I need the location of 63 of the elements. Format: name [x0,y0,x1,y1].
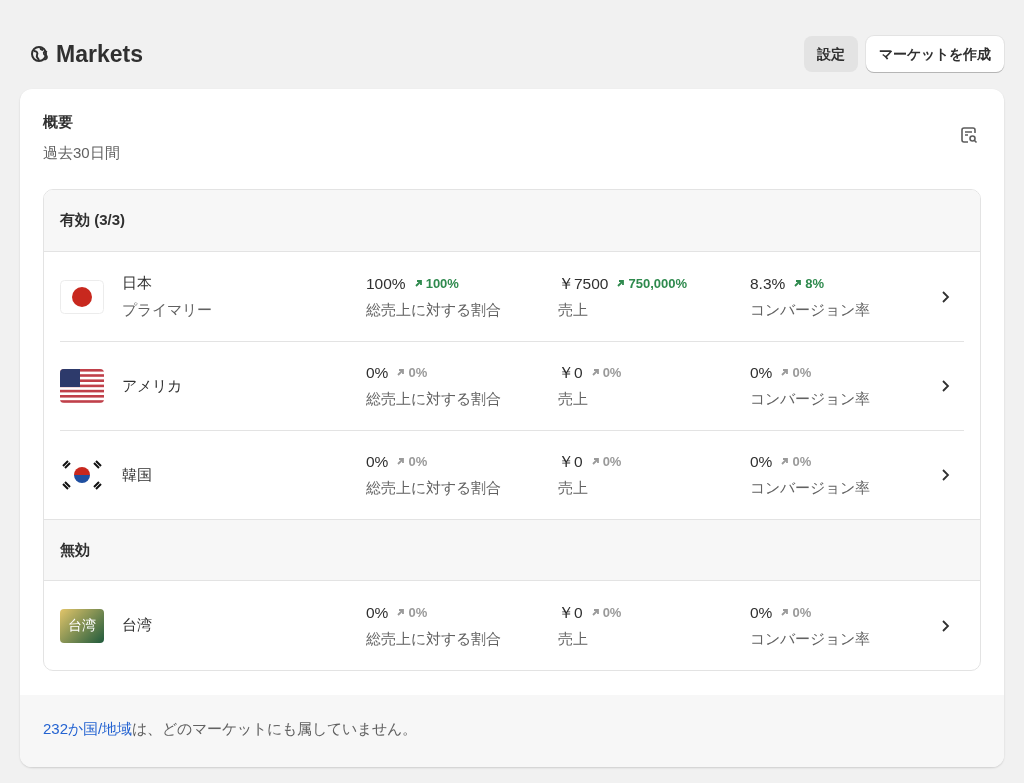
section-title: 概要 [43,112,74,132]
flag-badge: 台湾 [60,608,104,643]
metric-value: 0% [750,602,773,623]
chevron-icon [940,379,950,393]
change-indicator: 0% [396,363,428,383]
metric-value: ￥7500 [558,273,609,294]
group-title: 無効 [60,539,90,560]
change-indicator: 0% [396,602,428,622]
metric-label: コンバージョン率 [750,299,871,320]
metric-label: 売上 [558,478,589,499]
flag-icon [60,369,104,403]
chevron-icon [940,289,950,304]
metric-label: 総売上に対する割合 [366,389,502,410]
metric-label: 売上 [558,628,589,649]
chevron-icon [940,618,950,633]
change-indicator: 0% [590,363,622,383]
market-row[interactable]: アメリカ 0% 0% 総売上に対する割合 ￥0 0% 売上 0% 0% コンバージョン率 [60,341,964,430]
metric-value: ￥0 [558,452,583,473]
flag-icon [60,458,104,492]
metric-label: 総売上に対する割合 [366,299,502,320]
metric-value: 8.3% [750,273,786,294]
market-name: 日本 [122,273,153,293]
change-indicator: 0% [590,452,622,472]
metric-value: 0% [366,452,389,473]
metric-value: ￥0 [558,363,583,384]
metric-value: ￥0 [558,602,583,623]
market-subtitle: プライマリー [122,299,213,320]
footer-note: 232か国/地域は、どのマーケットにも属していません。 [43,720,418,737]
page-title: Markets [56,39,143,69]
period-label: 過去30日間 [43,142,120,163]
market-row[interactable]: 台湾 台湾 0% 0% 総売上に対する割合 ￥0 0% 売上 0% 0% コンバージョン率 [60,581,964,670]
metric-value: 0% [366,363,389,384]
metric-value: 0% [366,602,389,623]
flag-icon [60,279,104,314]
change-indicator: 100% [413,273,459,293]
market-row[interactable]: 日本 プライマリー 100% 100% 総売上に対する割合 ￥7500 750,000% 売上 8.3% 8% コンバージョン率 [60,252,964,341]
globe-icon [30,44,50,64]
change-indicator: 0% [780,452,812,472]
countries-link[interactable]: 232か国/地域 [43,720,133,737]
metric-value: 0% [750,452,773,473]
change-indicator: 0% [396,452,428,472]
header-button[interactable]: マーケットを作成 [866,36,1004,72]
change-indicator: 8% [793,273,825,293]
market-name: 台湾 [122,615,153,636]
change-indicator: 0% [780,602,812,622]
header-button[interactable]: 設定 [804,36,858,72]
metric-label: 売上 [558,389,589,410]
change-indicator: 750,000% [616,273,688,293]
report-icon[interactable] [959,125,979,145]
change-indicator: 0% [590,602,622,622]
metric-label: 総売上に対する割合 [366,478,502,499]
metric-label: 総売上に対する割合 [366,628,502,649]
metric-value: 0% [750,363,773,384]
metric-label: コンバージョン率 [750,389,871,410]
metric-label: コンバージョン率 [750,628,871,649]
group-title: 有効 (3/3) [60,210,125,231]
chevron-icon [940,468,950,482]
metric-value: 100% [366,273,406,294]
change-indicator: 0% [780,363,812,383]
metric-label: 売上 [558,299,589,320]
market-name: 韓国 [122,464,153,485]
market-name: アメリカ [122,375,183,396]
metric-label: コンバージョン率 [750,478,871,499]
